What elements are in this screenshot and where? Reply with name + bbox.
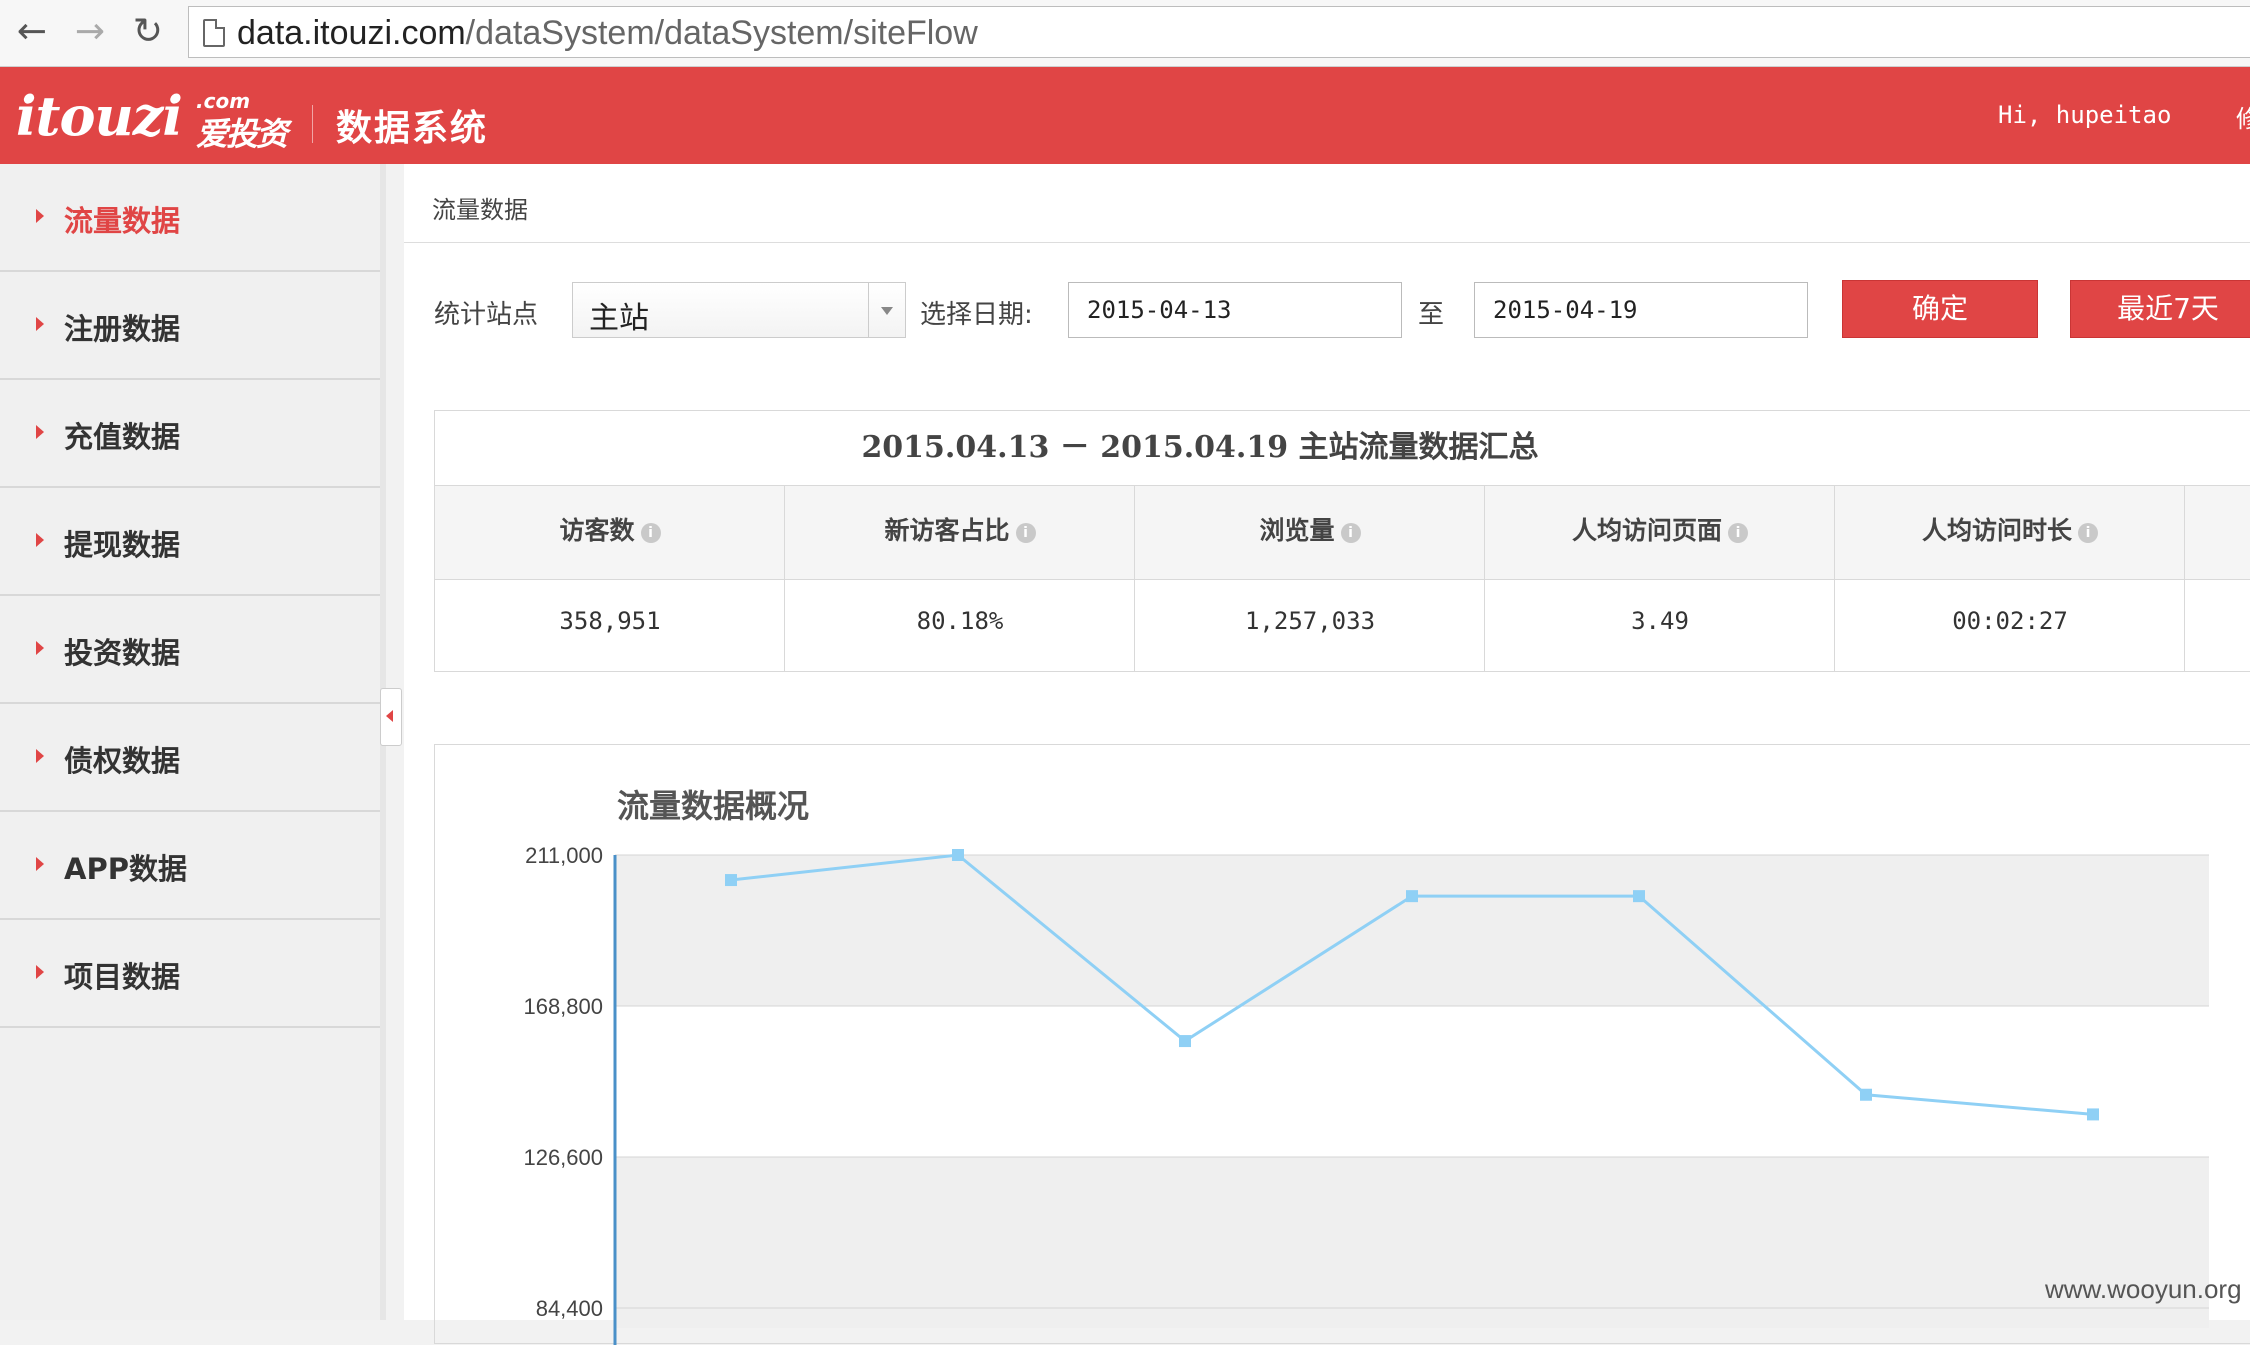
sidebar-item-label: 充值数据	[64, 420, 181, 454]
system-title: 数据系统	[336, 108, 489, 149]
caret-right-icon	[36, 965, 44, 979]
back-arrow-icon[interactable]: ←	[12, 12, 52, 52]
column-divider	[1134, 486, 1135, 672]
url-text: data.itouzi.com/dataSystem/dataSystem/si…	[237, 14, 978, 52]
info-icon[interactable]: i	[1340, 523, 1361, 543]
table-divider	[435, 579, 2250, 580]
info-icon[interactable]: i	[1015, 523, 1036, 543]
traffic-chart: 流量数据概况 211,000 168,800 126,600 84,400	[434, 744, 2250, 1345]
watermark: www.wooyun.org	[2045, 1274, 2242, 1304]
chevron-down-icon[interactable]	[868, 283, 905, 337]
column-divider	[1484, 486, 1485, 672]
sidebar-item-label: 注册数据	[64, 312, 181, 346]
page-icon	[203, 19, 225, 47]
reload-icon[interactable]: ↻	[128, 12, 168, 52]
confirm-button[interactable]: 确定	[1842, 280, 2038, 338]
forward-arrow-icon[interactable]: →	[70, 12, 110, 52]
column-divider	[2184, 486, 2185, 672]
info-icon[interactable]: i	[2078, 523, 2098, 543]
column-divider	[784, 486, 785, 672]
sidebar-item-label: 提现数据	[64, 528, 181, 562]
column-header: 新访客占比 i	[785, 511, 1135, 547]
y-tick-label: 168,800	[523, 994, 603, 1019]
y-tick-label: 126,600	[523, 1145, 603, 1170]
date-label: 选择日期:	[920, 300, 1033, 330]
table-cell: 1,257,033	[1244, 607, 1376, 635]
sidebar-item-label: 债权数据	[64, 744, 181, 778]
info-icon[interactable]: i	[1728, 523, 1748, 543]
chart-band	[615, 1157, 2209, 1328]
date-to-label: 至	[1418, 300, 1445, 330]
sidebar-item-label: 流量数据	[64, 204, 181, 238]
table-cell: 80.18%	[916, 607, 1004, 635]
sidebar-item-label: 投资数据	[64, 636, 181, 670]
caret-right-icon	[36, 641, 44, 655]
last-7-days-button[interactable]: 最近7天	[2070, 280, 2250, 338]
logo-divider	[312, 105, 313, 143]
chart-canvas: 211,000 168,800 126,600 84,400	[523, 843, 2209, 1345]
breadcrumb: 流量数据	[432, 196, 528, 224]
browser-toolbar: ← → ↻ data.itouzi.com/dataSystem/dataSys…	[0, 0, 2250, 67]
address-bar[interactable]: data.itouzi.com/dataSystem/dataSystem/si…	[188, 6, 2250, 58]
y-tick-label: 84,400	[536, 1296, 603, 1321]
sidebar-item-withdraw[interactable]: 提现数据	[0, 488, 380, 596]
data-point	[1860, 1088, 1872, 1101]
table-cell: 00:02:27	[1952, 607, 2068, 635]
header-link-cut[interactable]: 修	[2236, 99, 2250, 134]
table-cell: 358,951	[559, 607, 661, 635]
data-point	[1633, 890, 1645, 903]
caret-right-icon	[36, 425, 44, 439]
breadcrumb-divider	[404, 242, 2250, 243]
site-label: 统计站点	[434, 300, 539, 330]
user-greeting: Hi, hupeitao	[1998, 101, 2172, 129]
caret-right-icon	[36, 209, 44, 223]
table-cell: 3.49	[1631, 607, 1689, 635]
sidebar-item-label: 项目数据	[64, 960, 181, 994]
column-header: 浏览量 i	[1135, 511, 1485, 547]
sidebar-item-app[interactable]: APP数据	[0, 812, 380, 920]
data-point	[952, 849, 964, 861]
y-tick-label: 211,000	[525, 843, 603, 868]
column-divider	[1834, 486, 1835, 672]
data-point	[1406, 890, 1418, 903]
site-select-value: 主站	[589, 301, 649, 336]
sidebar-item-label: APP数据	[64, 852, 187, 886]
column-header: 人均访问时长 i	[1835, 511, 2185, 547]
app-header: itouzi .com 爱投资 数据系统 Hi, hupeitao 修	[0, 67, 2250, 164]
caret-right-icon	[36, 749, 44, 763]
chart-band	[615, 855, 2209, 1006]
date-to-input[interactable]	[1474, 282, 1808, 338]
sidebar-collapse-toggle[interactable]	[380, 688, 402, 746]
summary-table: 2015.04.13 － 2015.04.19 主站流量数据汇总 访客数 i 新访…	[434, 410, 2250, 672]
caret-right-icon	[36, 317, 44, 331]
chart-band	[615, 1006, 2209, 1157]
sidebar-item-register[interactable]: 注册数据	[0, 272, 380, 380]
logo[interactable]: itouzi	[16, 89, 183, 143]
date-from-input[interactable]	[1068, 282, 1402, 338]
site-select[interactable]: 主站	[572, 282, 906, 338]
caret-right-icon	[36, 857, 44, 871]
data-point	[725, 874, 737, 887]
sidebar-item-debt[interactable]: 债权数据	[0, 704, 380, 812]
column-header: 访客数 i	[435, 511, 785, 547]
main-content: 流量数据 统计站点 主站 选择日期: 至 确定 最近7天 2015.04.13 …	[404, 164, 2250, 1345]
sidebar-item-invest[interactable]: 投资数据	[0, 596, 380, 704]
sidebar-item-project[interactable]: 项目数据	[0, 920, 380, 1028]
sidebar: 流量数据 注册数据 充值数据 提现数据 投资数据 债权数据 APP数据 项目数据	[0, 164, 386, 1320]
info-icon[interactable]: i	[640, 523, 661, 543]
summary-title: 2015.04.13 － 2015.04.19 主站流量数据汇总	[861, 430, 1539, 465]
sidebar-item-recharge[interactable]: 充值数据	[0, 380, 380, 488]
logo-cn: 爱投资	[196, 115, 288, 153]
sidebar-item-traffic[interactable]: 流量数据	[0, 164, 380, 272]
column-header: 人均访问页面 i	[1485, 511, 1835, 547]
data-point	[1179, 1035, 1191, 1048]
caret-right-icon	[36, 533, 44, 547]
data-point	[2087, 1108, 2099, 1121]
